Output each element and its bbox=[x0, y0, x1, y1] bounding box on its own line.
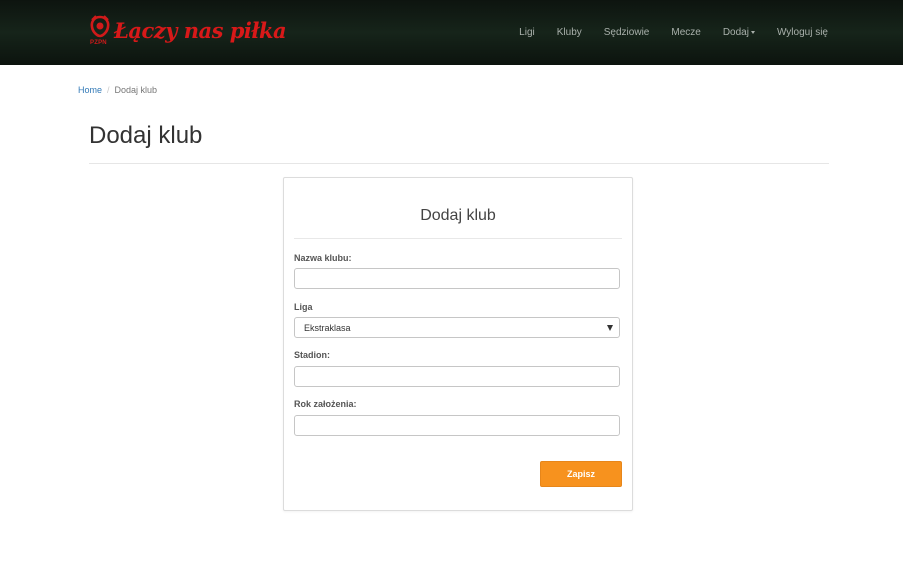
club-name-label: Nazwa klubu: bbox=[294, 253, 352, 263]
page-header-divider bbox=[89, 163, 829, 164]
main-nav: Ligi Kluby Sędziowie Mecze Dodaj Wyloguj… bbox=[497, 0, 828, 65]
nav-item-kluby[interactable]: Kluby bbox=[557, 27, 582, 38]
pzpn-emblem-label: PZPN bbox=[90, 40, 107, 46]
league-select[interactable]: Ekstraklasa bbox=[294, 317, 620, 338]
form-title-divider bbox=[294, 238, 622, 239]
league-label: Liga bbox=[294, 302, 313, 312]
nav-item-label: Sędziowie bbox=[603, 27, 650, 38]
navbar: PZPN Łączy nas piłka Ligi Kluby Sędziowi… bbox=[0, 0, 903, 65]
nav-item-wyloguj[interactable]: Wyloguj się bbox=[777, 27, 828, 38]
save-button[interactable]: Zapisz bbox=[540, 461, 622, 487]
brand-title: Łączy nas piłka bbox=[114, 18, 287, 43]
breadcrumb-home-link[interactable]: Home bbox=[78, 85, 102, 95]
add-club-form-panel: Dodaj klub Nazwa klubu: Liga Ekstraklasa… bbox=[283, 177, 633, 511]
pzpn-emblem-icon: PZPN bbox=[88, 14, 112, 48]
club-name-input[interactable] bbox=[294, 268, 620, 289]
stadium-input[interactable] bbox=[294, 366, 620, 387]
breadcrumb-current: Dodaj klub bbox=[114, 85, 158, 95]
brand-logo[interactable]: PZPN Łączy nas piłka bbox=[88, 14, 287, 48]
nav-item-mecze[interactable]: Mecze bbox=[671, 27, 700, 38]
nav-item-ligi[interactable]: Ligi bbox=[519, 27, 535, 38]
nav-item-dodaj-dropdown[interactable]: Dodaj bbox=[723, 27, 755, 38]
breadcrumb-separator: / bbox=[107, 85, 110, 95]
founded-year-input[interactable] bbox=[294, 415, 620, 436]
caret-down-icon bbox=[750, 31, 755, 34]
league-select-value: Ekstraklasa bbox=[304, 322, 351, 333]
page-title: Dodaj klub bbox=[89, 122, 203, 149]
nav-item-label: Ligi bbox=[519, 27, 535, 38]
dropdown-arrow-icon bbox=[607, 325, 613, 331]
breadcrumb: Home / Dodaj klub bbox=[78, 85, 157, 95]
nav-item-label: Wyloguj się bbox=[776, 27, 828, 38]
nav-item-label: Mecze bbox=[671, 27, 701, 38]
nav-item-sedziowie[interactable]: Sędziowie bbox=[604, 27, 650, 38]
nav-item-label: Kluby bbox=[556, 27, 582, 38]
stadium-label: Stadion: bbox=[294, 350, 330, 360]
form-title: Dodaj klub bbox=[420, 207, 496, 224]
founded-year-label: Rok założenia: bbox=[294, 399, 357, 409]
nav-item-label: Dodaj bbox=[722, 27, 749, 38]
